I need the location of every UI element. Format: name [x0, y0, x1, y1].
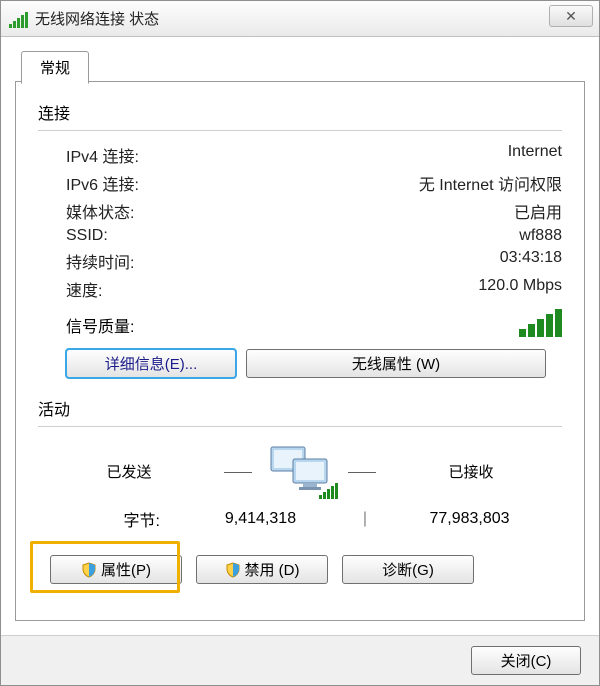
divider	[38, 426, 562, 427]
sent-label: 已发送	[38, 461, 220, 482]
diagnose-button[interactable]: 诊断(G)	[342, 555, 474, 584]
action-buttons-row: 属性(P) 禁用 (D) 诊断(G)	[38, 555, 562, 584]
window-title: 无线网络连接 状态	[35, 8, 159, 29]
section-connection-title: 连接	[38, 100, 562, 124]
ipv6-value: 无 Internet 访问权限	[419, 171, 562, 195]
row-duration: 持续时间: 03:43:18	[38, 247, 562, 275]
media-value: 已启用	[514, 199, 562, 223]
window-close-button[interactable]: ✕	[549, 5, 593, 27]
wifi-signal-icon	[9, 10, 29, 28]
duration-value: 03:43:18	[500, 249, 562, 273]
section-activity-title: 活动	[38, 396, 562, 420]
shield-icon	[225, 562, 241, 578]
dash-left: ——	[220, 463, 256, 479]
tab-header: 常规	[21, 51, 89, 84]
divider	[38, 130, 562, 131]
tab-control: 常规 连接 IPv4 连接: Internet IPv6 连接: 无 Inter…	[15, 51, 585, 621]
activity-header-row: 已发送 ——	[38, 437, 562, 501]
bytes-row: 字节: 9,414,318 | 77,983,803	[38, 501, 562, 531]
diagnose-button-label: 诊断(G)	[382, 559, 434, 580]
recv-bytes: 77,983,803	[377, 510, 562, 528]
dash-right: ——	[344, 463, 380, 479]
status-window: 无线网络连接 状态 ✕ 常规 连接 IPv4 连接: Internet IPv6…	[0, 0, 600, 686]
bytes-separator: |	[353, 510, 377, 528]
client-area: 常规 连接 IPv4 连接: Internet IPv6 连接: 无 Inter…	[1, 37, 599, 635]
row-media: 媒体状态: 已启用	[38, 197, 562, 225]
section-activity: 活动 已发送 ——	[38, 396, 562, 531]
sent-bytes: 9,414,318	[168, 510, 353, 528]
row-ssid: SSID: wf888	[38, 225, 562, 247]
row-ipv4: IPv4 连接: Internet	[38, 141, 562, 169]
signal-bars-icon	[519, 309, 562, 337]
ipv4-label: IPv4 连接:	[66, 143, 139, 167]
activity-monitors-icon	[256, 441, 344, 501]
disable-button-label: 禁用 (D)	[245, 559, 300, 580]
properties-button-label: 属性(P)	[101, 559, 151, 580]
properties-button[interactable]: 属性(P)	[50, 555, 182, 584]
dialog-footer: 关闭(C)	[1, 635, 599, 685]
ssid-value: wf888	[519, 227, 562, 245]
shield-icon	[81, 562, 97, 578]
close-icon: ✕	[565, 8, 577, 25]
ssid-label: SSID:	[66, 227, 108, 245]
connection-buttons-row: 详细信息(E)... 无线属性 (W)	[38, 349, 562, 378]
mini-signal-icon	[319, 483, 338, 499]
speed-value: 120.0 Mbps	[478, 277, 562, 301]
disable-button[interactable]: 禁用 (D)	[196, 555, 328, 584]
close-button[interactable]: 关闭(C)	[471, 646, 581, 675]
ipv6-label: IPv6 连接:	[66, 171, 139, 195]
recv-label: 已接收	[380, 461, 562, 482]
wireless-properties-button[interactable]: 无线属性 (W)	[246, 349, 546, 378]
bytes-label: 字节:	[38, 507, 168, 531]
details-button-label: 详细信息(E)...	[105, 353, 198, 374]
row-speed: 速度: 120.0 Mbps	[38, 275, 562, 303]
ipv4-value: Internet	[508, 143, 562, 167]
titlebar: 无线网络连接 状态 ✕	[1, 1, 599, 37]
media-label: 媒体状态:	[66, 199, 134, 223]
close-button-label: 关闭(C)	[501, 650, 552, 671]
speed-label: 速度:	[66, 277, 102, 301]
tab-body-general: 连接 IPv4 连接: Internet IPv6 连接: 无 Internet…	[15, 81, 585, 621]
duration-label: 持续时间:	[66, 249, 134, 273]
details-button[interactable]: 详细信息(E)...	[66, 349, 236, 378]
row-ipv6: IPv6 连接: 无 Internet 访问权限	[38, 169, 562, 197]
wireless-properties-button-label: 无线属性 (W)	[352, 353, 440, 374]
tab-general[interactable]: 常规	[21, 51, 89, 84]
row-signal: 信号质量:	[38, 303, 562, 349]
signal-label: 信号质量:	[66, 313, 134, 337]
